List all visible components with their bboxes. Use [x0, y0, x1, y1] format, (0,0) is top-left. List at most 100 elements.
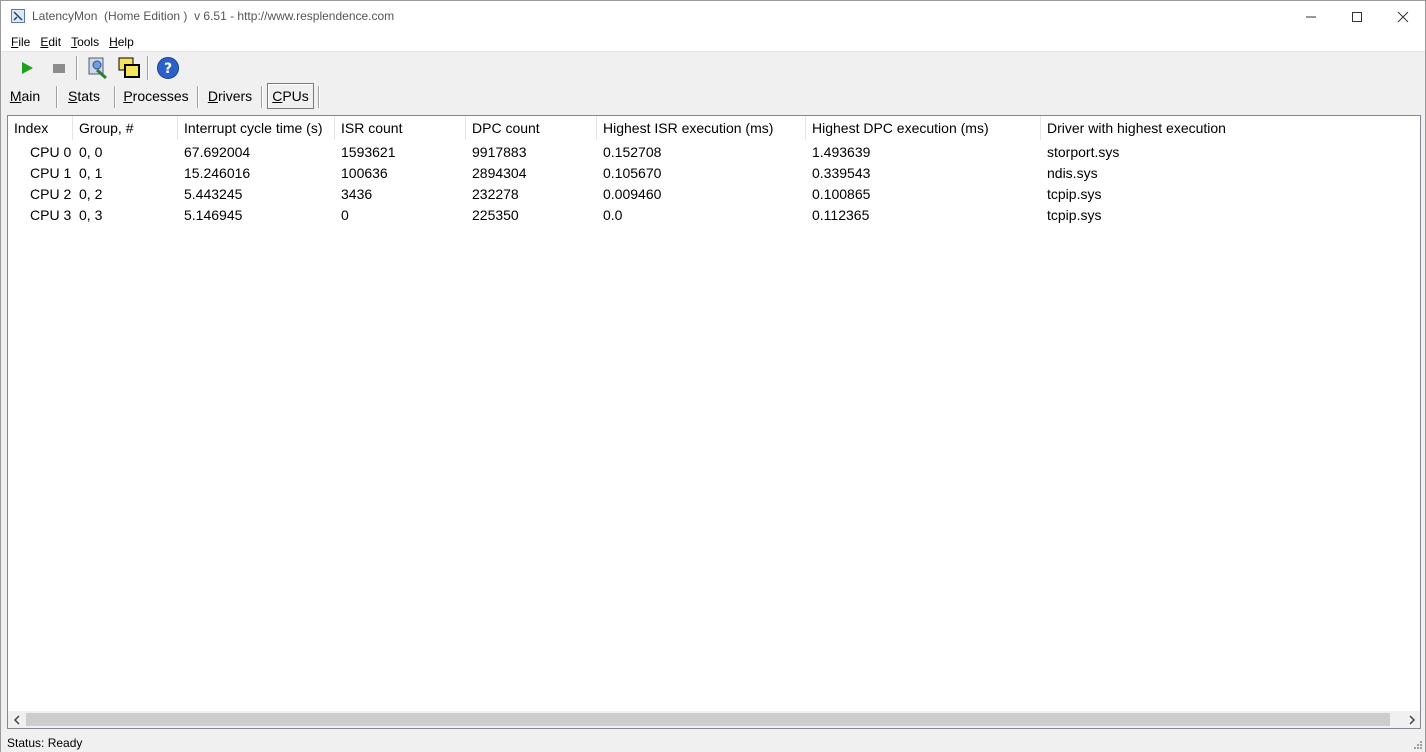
report-icon	[88, 57, 107, 80]
column-header-index[interactable]: Index	[8, 116, 73, 140]
resize-grip-icon[interactable]	[1411, 738, 1423, 750]
cell-highest-dpc: 1.493639	[812, 143, 871, 160]
cell-dpc-count: 2894304	[472, 164, 527, 181]
cell-highest-dpc: 0.100865	[812, 185, 871, 202]
menu-edit[interactable]: Edit	[36, 35, 65, 49]
cell-highest-isr: 0.152708	[603, 143, 662, 160]
menu-tools-label: ools	[77, 34, 100, 49]
tab-cpus-accel: C	[272, 88, 283, 104]
horizontal-scrollbar[interactable]	[8, 711, 1420, 728]
minimize-icon	[1306, 16, 1316, 17]
report-button[interactable]	[84, 55, 110, 81]
status-text: Status: Ready	[7, 735, 83, 750]
cell-group: 0, 2	[79, 185, 103, 202]
table-row[interactable]: CPU 3 0, 3 5.146945 0 225350 0.0 0.11236…	[8, 204, 1420, 225]
play-icon	[22, 62, 33, 74]
help-icon: ?	[157, 57, 179, 79]
minimize-button[interactable]	[1288, 1, 1334, 32]
help-button[interactable]: ?	[155, 55, 181, 81]
menu-help[interactable]: Help	[105, 35, 138, 49]
tab-processes-label: rocesses	[132, 88, 189, 104]
tab-bar: Main Stats Processes Drivers C PUs	[1, 83, 1425, 111]
close-icon	[1397, 11, 1409, 22]
column-header-driver[interactable]: Driver with highest execution	[1041, 116, 1420, 140]
menu-file[interactable]: File	[7, 35, 34, 49]
cell-driver: tcpip.sys	[1047, 185, 1102, 202]
cell-highest-dpc: 0.339543	[812, 164, 871, 181]
column-header-interrupt-cycle-time[interactable]: Interrupt cycle time (s)	[178, 116, 335, 140]
cell-dpc-count: 232278	[472, 185, 519, 202]
cell-index: CPU 2	[30, 185, 72, 202]
cell-isr-count: 0	[341, 206, 349, 223]
start-button[interactable]	[14, 55, 40, 81]
tab-drivers-accel: D	[207, 88, 218, 104]
menu-help-label: elp	[117, 34, 134, 49]
cell-highest-isr: 0.0	[603, 206, 623, 223]
cell-isr-count: 100636	[341, 164, 388, 181]
column-header-dpc-count[interactable]: DPC count	[466, 116, 597, 140]
column-header-highest-dpc[interactable]: Highest DPC execution (ms)	[806, 116, 1041, 140]
cell-highest-dpc: 0.112365	[812, 206, 870, 223]
tab-main-accel: M	[9, 88, 22, 104]
windows-icon	[118, 57, 140, 78]
tab-cpus[interactable]: C PUs	[267, 83, 314, 109]
window-title: LatencyMon (Home Edition ) v 6.51 - http…	[32, 9, 395, 23]
tab-processes[interactable]: Processes	[122, 83, 190, 109]
stop-button[interactable]	[46, 55, 72, 81]
close-button[interactable]	[1380, 1, 1426, 32]
tab-stats-accel: S	[68, 88, 78, 104]
chevron-left-icon	[13, 714, 20, 725]
cell-dpc-count: 225350	[472, 206, 519, 223]
column-header-isr-count[interactable]: ISR count	[335, 116, 466, 140]
windows-button[interactable]	[116, 55, 142, 81]
cell-index: CPU 3	[30, 206, 72, 223]
menu-edit-label: dit	[48, 34, 62, 49]
list-header: Index Group, # Interrupt cycle time (s) …	[8, 116, 1420, 140]
table-row[interactable]: CPU 0 0, 0 67.692004 1593621 9917883 0.1…	[8, 141, 1420, 162]
scroll-left-button[interactable]	[8, 711, 25, 728]
cpu-list[interactable]: Index Group, # Interrupt cycle time (s) …	[7, 115, 1421, 729]
menu-bar: File Edit Tools Help	[1, 32, 1425, 52]
cell-interrupt-cycle-time: 5.443245	[184, 185, 243, 202]
app-icon	[11, 9, 25, 23]
tab-processes-accel: P	[123, 88, 133, 104]
cell-driver: tcpip.sys	[1047, 206, 1102, 223]
menu-file-label: ile	[18, 34, 31, 49]
tab-separator	[114, 86, 116, 108]
cell-highest-isr: 0.009460	[603, 185, 662, 202]
chevron-right-icon	[1408, 714, 1415, 725]
cell-isr-count: 3436	[341, 185, 373, 202]
status-bar: Status: Ready	[1, 733, 1425, 752]
toolbar-separator	[147, 56, 149, 80]
tab-main[interactable]: Main	[7, 83, 43, 109]
menu-tools[interactable]: Tools	[67, 35, 103, 49]
menu-help-accel: H	[109, 34, 118, 49]
scrollbar-thumb[interactable]	[26, 713, 1390, 726]
cell-interrupt-cycle-time: 15.246016	[184, 164, 251, 181]
scroll-right-button[interactable]	[1403, 711, 1420, 728]
cell-dpc-count: 9917883	[472, 143, 527, 160]
table-row[interactable]: CPU 1 0, 1 15.246016 100636 2894304 0.10…	[8, 162, 1420, 183]
cell-group: 0, 1	[79, 164, 103, 181]
cell-highest-isr: 0.105670	[603, 164, 662, 181]
cell-interrupt-cycle-time: 5.146945	[184, 206, 243, 223]
cell-isr-count: 1593621	[341, 143, 396, 160]
toolbar: ?	[1, 53, 1425, 83]
tab-separator	[318, 86, 320, 108]
cell-driver: storport.sys	[1047, 143, 1120, 160]
tab-main-label: ain	[21, 88, 41, 104]
tab-drivers[interactable]: Drivers	[204, 83, 256, 109]
table-row[interactable]: CPU 2 0, 2 5.443245 3436 232278 0.009460…	[8, 183, 1420, 204]
column-header-highest-isr[interactable]: Highest ISR execution (ms)	[597, 116, 806, 140]
tab-stats[interactable]: Stats	[64, 83, 104, 109]
column-header-group[interactable]: Group, #	[73, 116, 178, 140]
app-window: LatencyMon (Home Edition ) v 6.51 - http…	[0, 0, 1426, 752]
tab-stats-label: tats	[77, 88, 100, 104]
cell-group: 0, 0	[79, 143, 103, 160]
stop-icon	[53, 64, 65, 73]
cell-index: CPU 0	[30, 143, 72, 160]
tab-separator	[261, 86, 263, 108]
title-bar: LatencyMon (Home Edition ) v 6.51 - http…	[1, 1, 1425, 32]
maximize-button[interactable]	[1334, 1, 1380, 32]
tab-separator	[197, 86, 199, 108]
